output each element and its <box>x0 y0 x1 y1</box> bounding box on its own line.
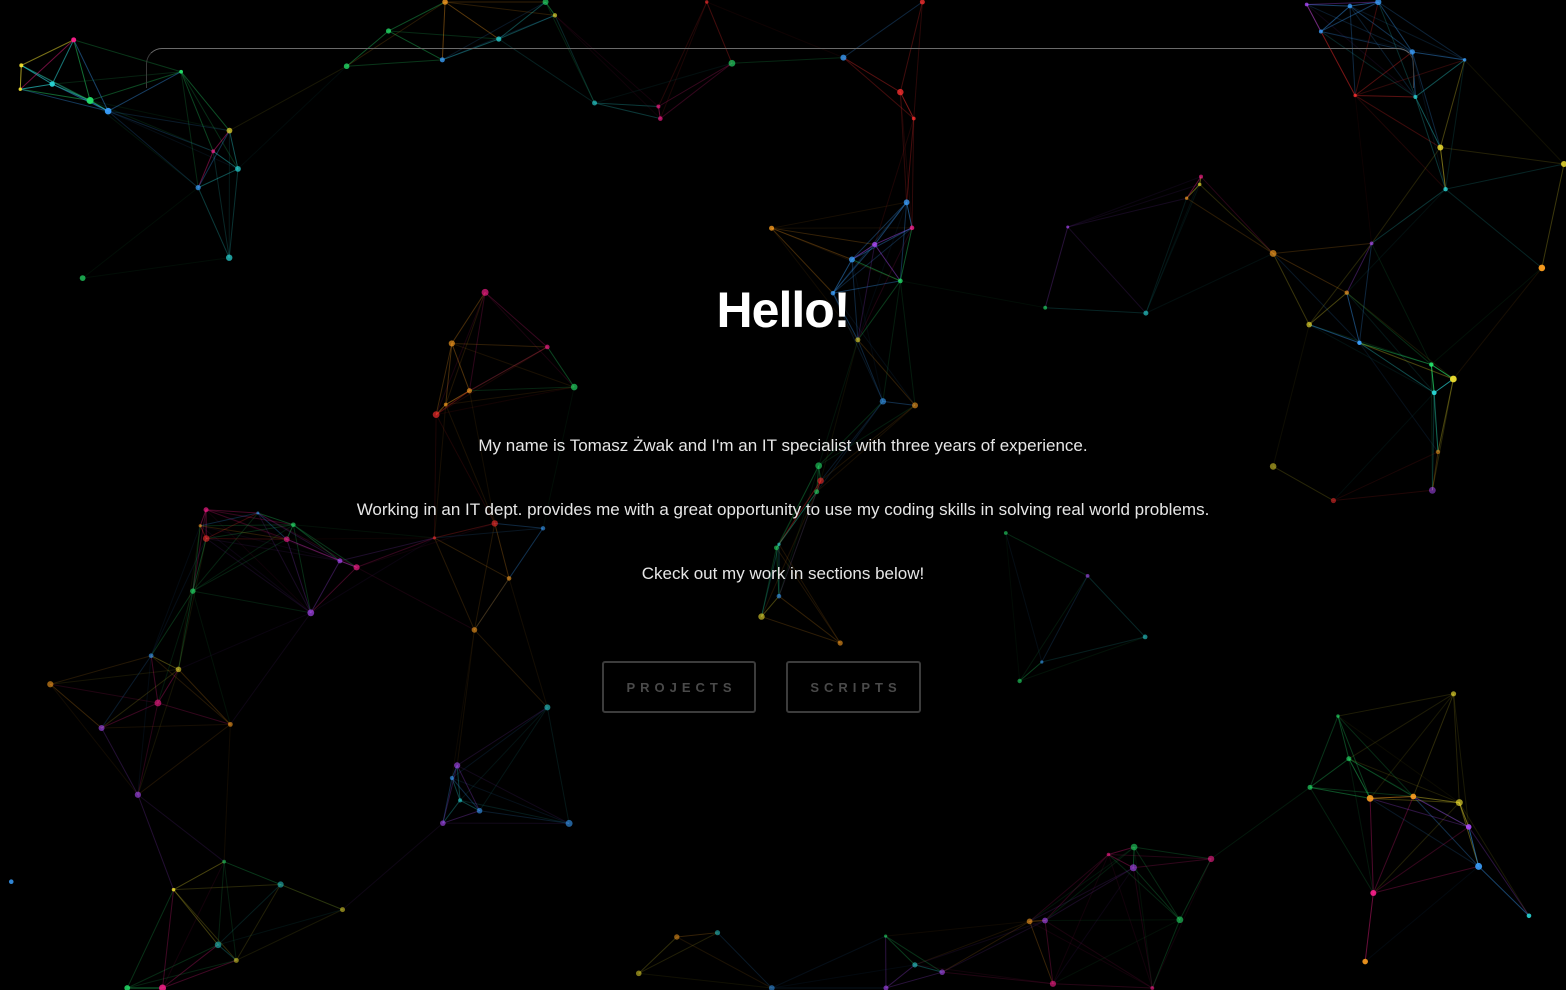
hero-section: Hello! My name is Tomasz Żwak and I'm an… <box>0 0 1566 990</box>
experience-paragraph: Working in an IT dept. provides me with … <box>356 500 1210 519</box>
page-title: Hello! <box>716 282 851 338</box>
scripts-button[interactable]: SCRIPTS <box>786 661 921 713</box>
intro-paragraph: My name is Tomasz Żwak and I'm an IT spe… <box>478 436 1088 455</box>
projects-button[interactable]: PROJECTS <box>602 661 756 713</box>
call-to-action-paragraph: Ckeck out my work in sections below! <box>641 564 925 583</box>
